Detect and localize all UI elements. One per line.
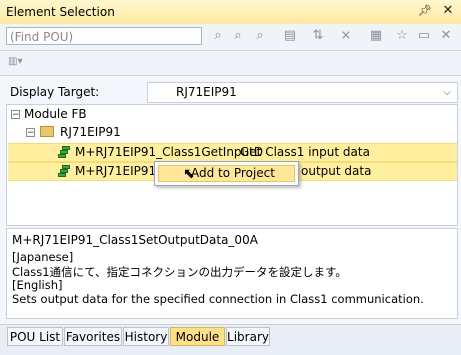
- sort-icon[interactable]: ⇅: [310, 28, 326, 44]
- properties-icon[interactable]: ▦: [368, 28, 384, 44]
- window-title: Element Selection: [6, 5, 115, 19]
- tab-module[interactable]: Module: [170, 327, 225, 346]
- pin-icon[interactable]: 📌︎: [418, 4, 432, 18]
- chevron-down-icon: ⌵: [443, 87, 451, 98]
- context-menu: Add to Project: [154, 161, 299, 186]
- find-all-icon[interactable]: ⌕: [252, 28, 268, 44]
- filter-clear-icon[interactable]: ⨯: [338, 28, 354, 44]
- close-icon[interactable]: ✕: [440, 3, 456, 19]
- tree-root-label[interactable]: Module FB: [24, 105, 87, 123]
- view-toolbar: [0, 51, 461, 76]
- folder-icon: [40, 126, 54, 137]
- tab-pou-list[interactable]: POU List: [7, 327, 63, 346]
- description-line: [English]: [12, 278, 63, 292]
- fb-item-name[interactable]: M+RJ71EIP91_Class1GetInputD: [75, 143, 263, 161]
- delete-x-icon[interactable]: ✕: [438, 28, 454, 44]
- title-bar: Element Selection 📌︎ ✕: [0, 0, 461, 25]
- element-selection-window: Element Selection 📌︎ ✕ (Find POU) ⌕ ⌕ ⌕ …: [0, 0, 461, 355]
- tab-favorites[interactable]: Favorites: [64, 327, 122, 346]
- collapse-icon[interactable]: −: [26, 128, 35, 138]
- add-to-project-menu-item[interactable]: Add to Project: [158, 165, 295, 182]
- description-line: Sets output data for the specified conne…: [12, 292, 424, 306]
- tab-history[interactable]: History: [123, 327, 169, 346]
- find-next-icon[interactable]: ⌕: [210, 28, 226, 44]
- fb-item-comment: Get Class1 input data: [240, 145, 370, 159]
- collapse-icon[interactable]: −: [11, 110, 20, 120]
- description-title: M+RJ71EIP91_Class1SetOutputData_00A: [12, 233, 258, 247]
- mouse-cursor-icon: ⬉: [183, 166, 195, 182]
- function-block-icon: [58, 165, 72, 178]
- tree-module-label[interactable]: RJ71EIP91: [60, 123, 121, 141]
- display-target-label: Display Target:: [10, 85, 100, 99]
- display-target-value: RJ71EIP91: [176, 85, 237, 99]
- description-line: [Japanese]: [12, 250, 74, 264]
- function-block-icon: [58, 146, 72, 159]
- fb-item-name[interactable]: M+RJ71EIP91_: [75, 162, 162, 180]
- view-mode-icon[interactable]: ▥▾: [8, 56, 26, 70]
- tab-library[interactable]: Library: [226, 327, 270, 346]
- display-target-select[interactable]: RJ71EIP91 ⌵: [147, 82, 458, 103]
- favorite-star-icon[interactable]: ☆: [394, 28, 410, 44]
- search-input[interactable]: (Find POU): [6, 27, 202, 45]
- find-previous-icon[interactable]: ⌕: [230, 28, 246, 44]
- folder-icon[interactable]: ▭: [416, 28, 432, 44]
- display-options-icon[interactable]: ▤: [282, 28, 298, 44]
- fb-item-comment: output data: [301, 164, 372, 178]
